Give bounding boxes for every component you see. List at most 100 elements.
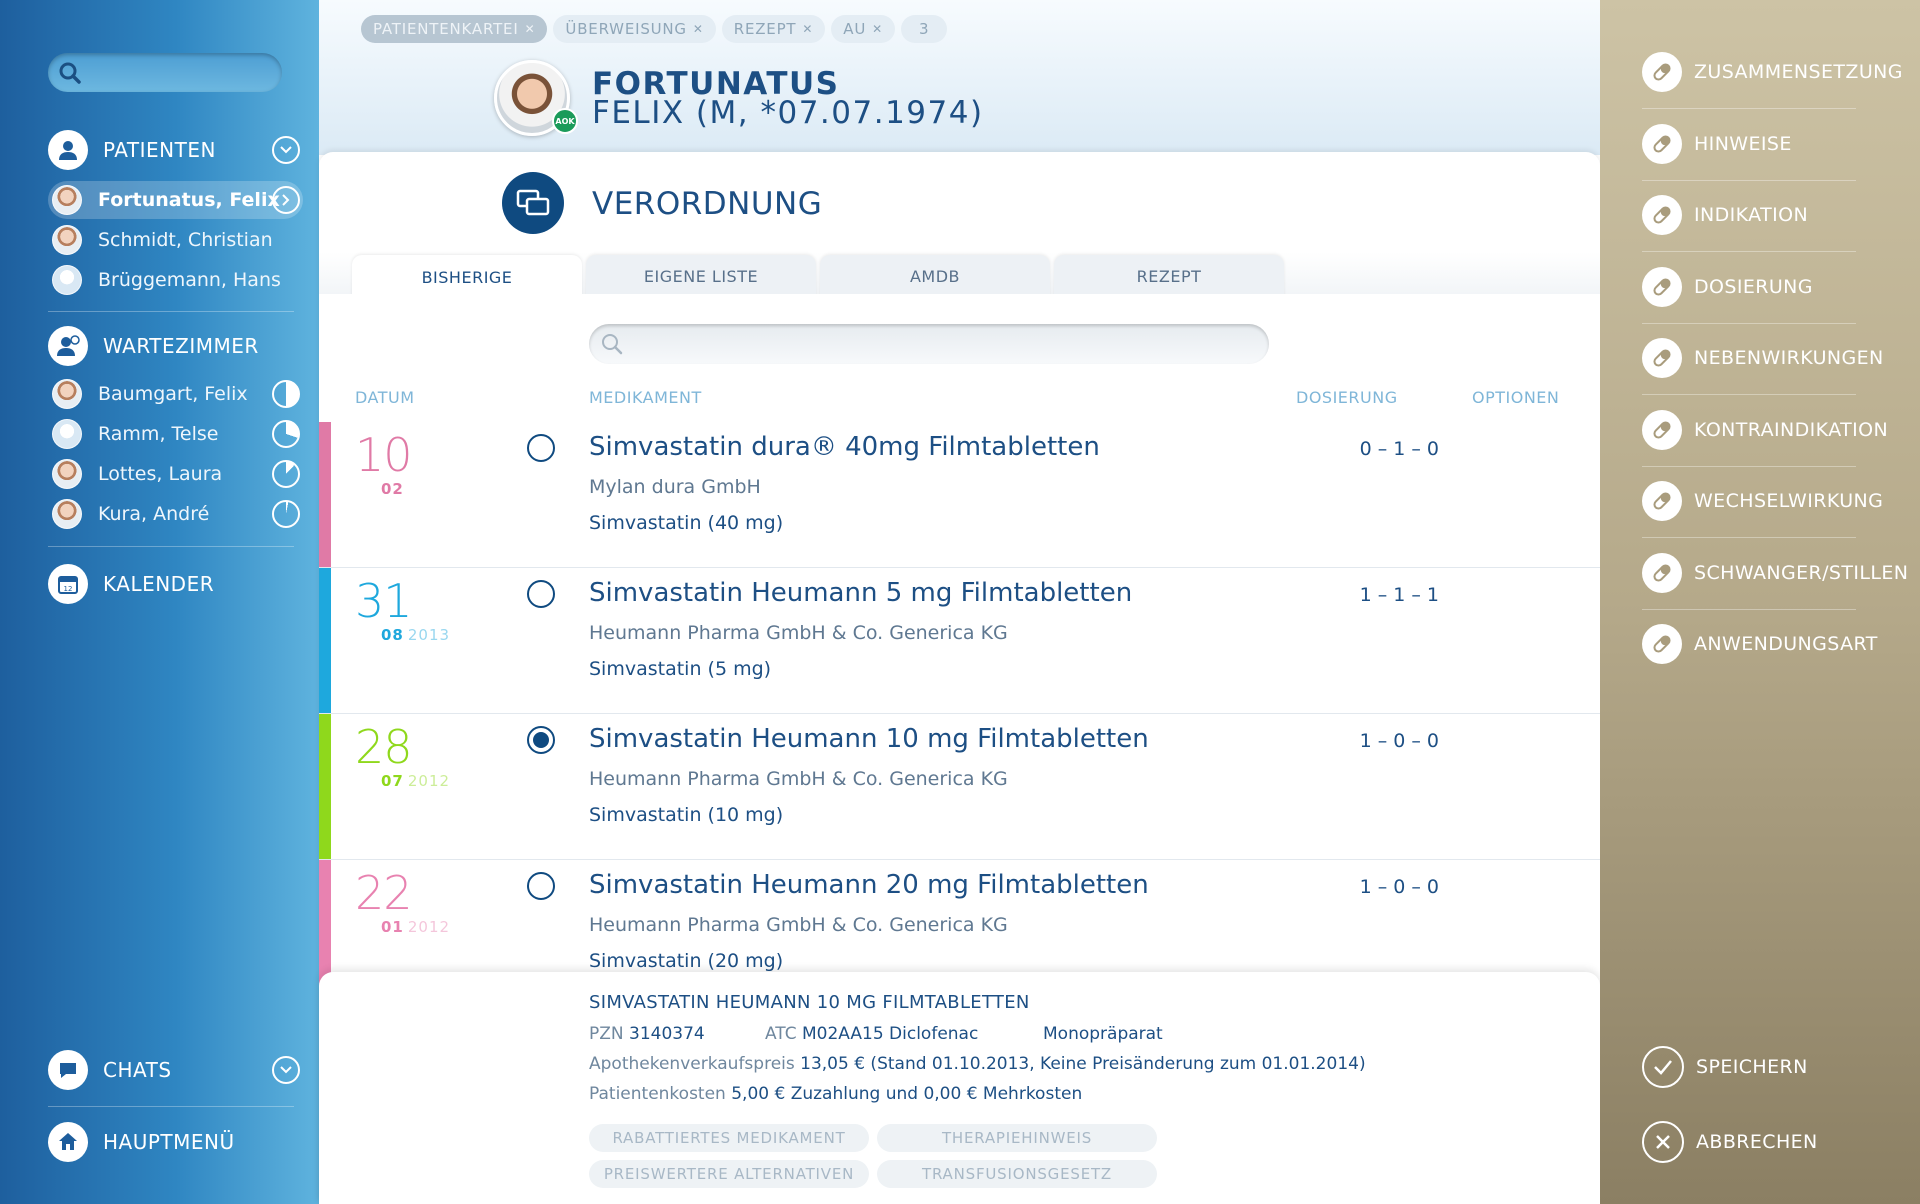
breadcrumb-label: REZEPT (733, 20, 797, 38)
patient-name: Ramm, Telse (98, 423, 219, 445)
sidebar-patient-item[interactable]: Brüggemann, Hans (48, 261, 303, 299)
avatar (52, 459, 82, 489)
month-value: 02 (381, 480, 404, 498)
patient-name: Schmidt, Christian (98, 229, 273, 251)
row-select-radio[interactable] (527, 872, 555, 900)
sidebar-main-menu[interactable]: HAUPTMENÜ (48, 1122, 235, 1162)
info-menu-item[interactable]: DOSIERUNG (1642, 266, 1813, 307)
medication-row[interactable]: 31 08 2013 Simvastatin Heumann 5 mg Filmt… (319, 568, 1600, 714)
info-menu-item[interactable]: WECHSELWIRKUNG (1642, 481, 1883, 521)
sidebar-chats[interactable]: CHATS (48, 1050, 172, 1090)
tab-bisherige[interactable]: BISHERIGE (352, 255, 582, 299)
cost-value: 5,00 € Zuzahlung und 0,00 € Mehrkosten (731, 1084, 1083, 1104)
tab-eigene-liste[interactable]: EIGENE LISTE (586, 255, 816, 297)
medication-row[interactable]: 10 02 Simvastatin dura® 40mg Filmtablett… (319, 422, 1600, 568)
avatar (52, 419, 82, 449)
active-ingredient: Simvastatin (20 mg) (589, 950, 784, 972)
cancel-button[interactable]: ABBRECHEN (1642, 1121, 1818, 1163)
close-icon (1642, 1121, 1684, 1163)
patients-expand-toggle[interactable] (272, 136, 300, 164)
breadcrumb-item[interactable]: ÜBERWEISUNG ✕ (553, 15, 716, 43)
dosage: 0 – 1 – 0 (1359, 438, 1439, 460)
avatar (52, 185, 82, 215)
sidebar-search-input[interactable] (48, 53, 282, 92)
main-panel: VERORDNUNG BISHERIGE EIGENE LISTE AMDB R… (319, 152, 1600, 1204)
close-icon[interactable]: ✕ (802, 22, 813, 36)
row-date-month: 01 2012 (381, 918, 450, 936)
tab-rezept[interactable]: REZEPT (1054, 255, 1284, 297)
info-menu-label: NEBENWIRKUNGEN (1694, 347, 1884, 369)
open-patient-button[interactable] (272, 186, 300, 214)
sidebar-patient-item[interactable]: Fortunatus, Felix (48, 181, 303, 219)
patient-name: Brüggemann, Hans (98, 269, 281, 291)
info-menu-item[interactable]: SCHWANGER/STILLEN (1642, 552, 1908, 593)
breadcrumb-item[interactable]: PATIENTENKARTEI ✕ (361, 15, 548, 43)
right-sidebar: ZUSAMMENSETZUNG HINWEISE INDIKATION DOSI… (1600, 0, 1920, 1204)
divider (48, 546, 294, 547)
patient-header: PATIENTENKARTEI ✕ ÜBERWEISUNG ✕ REZEPT ✕… (319, 0, 1600, 155)
avatar (52, 265, 82, 295)
pill-icon (1642, 481, 1682, 521)
month-value: 08 (381, 626, 404, 644)
divider (1642, 251, 1856, 252)
chats-expand-toggle[interactable] (272, 1056, 300, 1084)
chevron-down-icon (280, 146, 292, 154)
chevron-down-icon (280, 1066, 292, 1074)
medication-row[interactable]: 28 07 2012 Simvastatin Heumann 10 mg Film… (319, 714, 1600, 860)
home-icon (48, 1122, 88, 1162)
sidebar-patients-header[interactable]: PATIENTEN (48, 130, 216, 170)
medication-name: Simvastatin Heumann 5 mg Filmtabletten (589, 578, 1133, 608)
info-menu-item[interactable]: ZUSAMMENSETZUNG (1642, 52, 1903, 92)
atc-label: ATC (765, 1024, 797, 1044)
row-date-day: 28 (355, 720, 413, 774)
search-icon (602, 334, 623, 355)
info-menu-item[interactable]: INDIKATION (1642, 195, 1808, 235)
row-date-month: 08 2013 (381, 626, 450, 644)
tab-amdb[interactable]: AMDB (820, 255, 1050, 297)
column-header-options: OPTIONEN (1472, 388, 1560, 407)
info-menu-item[interactable]: NEBENWIRKUNGEN (1642, 338, 1884, 378)
sidebar-calendar[interactable]: 12 KALENDER (48, 564, 214, 604)
chip-alternativen[interactable]: PREISWERTERE ALTERNATIVEN (589, 1160, 869, 1188)
chip-rabattiert[interactable]: RABATTIERTES MEDIKAMENT (589, 1124, 869, 1152)
column-header-date: DATUM (355, 388, 415, 407)
check-icon (1642, 1046, 1684, 1088)
medication-search-input[interactable] (589, 324, 1269, 364)
row-select-radio[interactable] (527, 726, 555, 754)
sidebar-waiting-header[interactable]: WARTEZIMMER (48, 326, 259, 366)
chip-therapiehinweis[interactable]: THERAPIEHINWEIS (877, 1124, 1157, 1152)
breadcrumb-item[interactable]: REZEPT ✕ (721, 15, 826, 43)
breadcrumb-overflow[interactable]: 3 (900, 15, 948, 43)
info-menu-label: ANWENDUNGSART (1694, 633, 1878, 655)
detail-atc: ATC M02AA15 Diclofenac (765, 1024, 978, 1044)
row-date-day: 31 (355, 574, 413, 628)
info-menu-item[interactable]: KONTRAINDIKATION (1642, 409, 1888, 450)
close-icon[interactable]: ✕ (872, 22, 883, 36)
waiting-patient-item[interactable]: Baumgart, Felix (48, 375, 303, 413)
close-icon[interactable]: ✕ (693, 22, 704, 36)
save-button[interactable]: SPEICHERN (1642, 1046, 1808, 1088)
sidebar-patient-item[interactable]: Schmidt, Christian (48, 221, 303, 259)
user-icon (48, 130, 88, 170)
type-value: Monopräparat (1043, 1024, 1163, 1044)
divider (1642, 394, 1856, 395)
pill-icon (1642, 266, 1682, 307)
patient-name: Fortunatus, Felix (98, 189, 280, 211)
waiting-patient-item[interactable]: Ramm, Telse (48, 415, 303, 453)
info-menu-item[interactable]: ANWENDUNGSART (1642, 624, 1878, 664)
breadcrumb-item[interactable]: AU ✕ (831, 15, 895, 43)
row-select-radio[interactable] (527, 580, 555, 608)
dosage: 1 – 1 – 1 (1359, 584, 1439, 606)
info-menu-item[interactable]: HINWEISE (1642, 123, 1792, 164)
close-icon[interactable]: ✕ (525, 22, 536, 36)
chip-transfusionsgesetz[interactable]: TRANSFUSIONSGESETZ (877, 1160, 1157, 1188)
patient-name: Baumgart, Felix (98, 383, 248, 405)
search-icon (59, 62, 81, 84)
waiting-patient-item[interactable]: Lottes, Laura (48, 455, 303, 493)
breadcrumb-label: ÜBERWEISUNG (565, 20, 687, 38)
dosage: 1 – 0 – 0 (1359, 730, 1439, 752)
wait-time-pie-icon (272, 460, 300, 488)
waiting-patient-item[interactable]: Kura, André (48, 495, 303, 533)
row-select-radio[interactable] (527, 434, 555, 462)
active-ingredient: Simvastatin (5 mg) (589, 658, 772, 680)
